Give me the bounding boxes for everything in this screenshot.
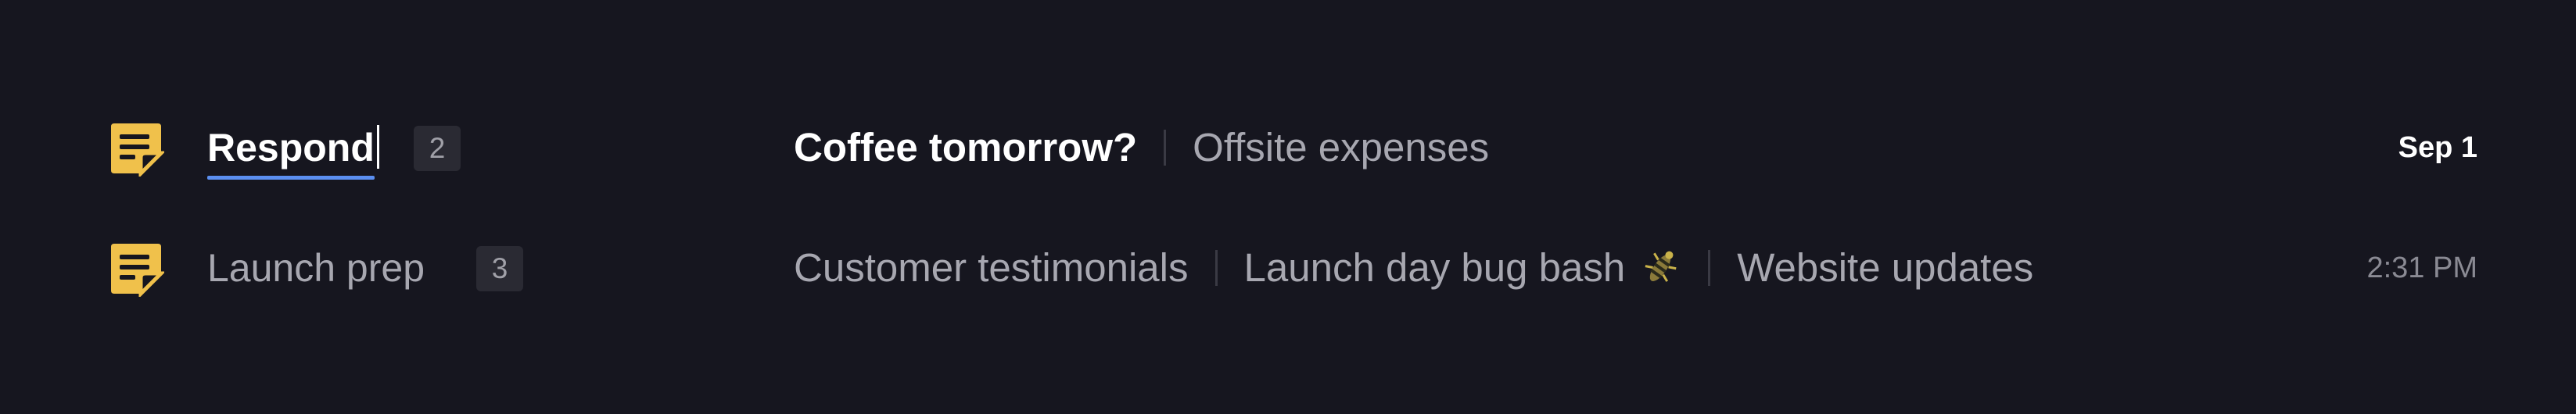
bug-icon: [1639, 247, 1681, 289]
group-name-input[interactable]: Respond: [207, 120, 379, 180]
group-name-text: Respond: [207, 126, 375, 170]
group-name[interactable]: Launch prep: [207, 241, 425, 295]
count-badge: 3: [476, 246, 523, 291]
date-label: Sep 1: [2398, 131, 2477, 164]
time-label: 2:31 PM: [2366, 252, 2477, 284]
subject-list: Customer testimonials Launch day bug bas…: [794, 241, 2033, 295]
edit-underline: [207, 176, 375, 180]
subject-link[interactable]: Customer testimonials: [794, 241, 1189, 295]
list-item-launch-prep[interactable]: Launch prep 3 Customer testimonials Laun…: [0, 208, 2576, 325]
count-badge: 2: [414, 126, 461, 171]
text-caret: [376, 125, 379, 169]
subject-separator: [1708, 250, 1711, 286]
subject-separator: [1214, 250, 1218, 286]
subject-link[interactable]: Coffee tomorrow?: [794, 120, 1137, 175]
note-icon: [106, 239, 164, 297]
subject-link[interactable]: Website updates: [1737, 241, 2033, 295]
note-icon: [106, 119, 164, 177]
list-item-respond[interactable]: Respond 2 Coffee tomorrow? Offsite expen…: [0, 87, 2576, 205]
subject-link[interactable]: Launch day bug bash: [1244, 241, 1626, 295]
subject-separator: [1164, 130, 1167, 166]
subject-list: Coffee tomorrow? Offsite expenses: [794, 120, 1489, 175]
subject-link[interactable]: Offsite expenses: [1193, 120, 1489, 175]
